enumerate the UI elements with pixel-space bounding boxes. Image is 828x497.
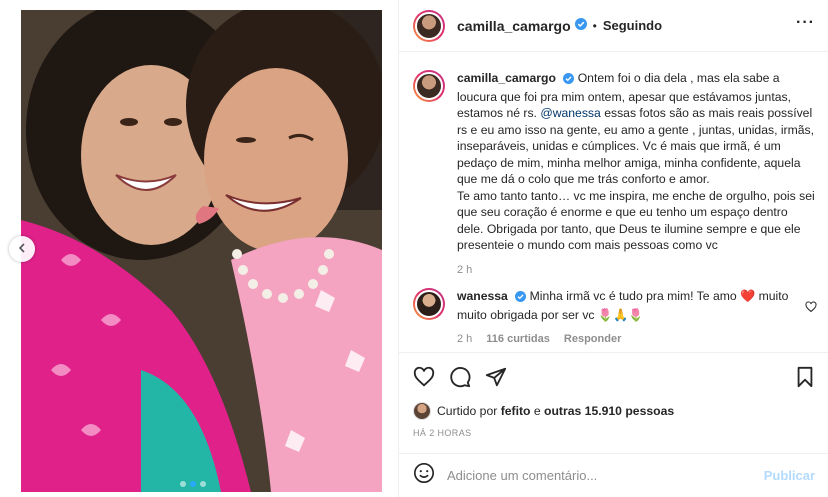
following-button[interactable]: Seguindo	[603, 18, 662, 33]
post-photo[interactable]	[21, 10, 382, 492]
liker-username[interactable]: fefito	[501, 404, 531, 418]
more-options-icon[interactable]: ···	[796, 14, 815, 32]
reply-comment: wanessa Minha irmã vc é tudo pra mim! Te…	[413, 288, 817, 345]
reply-likes[interactable]: 116 curtidas	[486, 333, 550, 345]
comment-composer: Publicar	[399, 453, 828, 497]
publish-button[interactable]: Publicar	[764, 468, 815, 483]
comments-list: camilla_camargo Ontem foi o dia dela , m…	[399, 52, 828, 352]
action-bar	[399, 352, 828, 400]
reply-username[interactable]: wanessa	[457, 289, 508, 303]
likes-others[interactable]: outras 15.910 pessoas	[544, 404, 674, 418]
chevron-left-icon	[17, 240, 27, 258]
reply-avatar[interactable]	[413, 288, 445, 320]
carousel-dot-active	[190, 481, 196, 487]
photo-illustration	[21, 10, 382, 492]
caption-avatar[interactable]	[413, 70, 445, 102]
like-comment-heart-icon[interactable]	[805, 300, 817, 318]
comment-bubble-icon[interactable]	[449, 366, 471, 393]
reply-meta: 2 h 116 curtidas Responder	[457, 333, 817, 345]
carousel-dot	[180, 481, 186, 487]
likes-summary: Curtido por fefito e outras 15.910 pesso…	[413, 400, 817, 422]
emoji-smiley-icon[interactable]	[413, 462, 435, 489]
caption-username[interactable]: camilla_camargo	[457, 71, 556, 85]
save-bookmark-icon[interactable]	[795, 366, 815, 393]
liker-avatar[interactable]	[413, 402, 431, 420]
caption-comment: camilla_camargo Ontem foi o dia dela , m…	[413, 70, 817, 276]
verified-badge-icon	[515, 290, 527, 307]
caption-time[interactable]: 2 h	[457, 264, 472, 276]
likes-prefix: Curtido por	[437, 404, 498, 418]
carousel-indicator	[180, 481, 206, 487]
post-side-panel: camilla_camargo • Seguindo ··· camilla_c…	[398, 0, 828, 497]
verified-badge-icon	[563, 72, 575, 89]
comment-input[interactable]	[447, 468, 764, 483]
like-heart-icon[interactable]	[413, 366, 435, 393]
author-avatar[interactable]	[413, 9, 445, 42]
author-username[interactable]: camilla_camargo	[457, 18, 571, 34]
caption-meta: 2 h	[457, 264, 817, 276]
post-header: camilla_camargo • Seguindo ···	[399, 0, 828, 52]
verified-badge-icon	[574, 17, 587, 35]
previous-photo-button[interactable]	[9, 236, 35, 262]
caption-text: camilla_camargo Ontem foi o dia dela , m…	[457, 70, 817, 254]
likes-conj: e	[533, 404, 541, 418]
caption-mention[interactable]: @wanessa	[540, 106, 600, 120]
reply-button[interactable]: Responder	[564, 333, 621, 345]
reply-text: wanessa Minha irmã vc é tudo pra mim! Te…	[457, 288, 795, 323]
post-timestamp[interactable]: HÁ 2 HORAS	[413, 428, 472, 438]
caption-text-part3: Te amo tanto tanto… vc me inspira, me en…	[457, 188, 815, 253]
separator-dot: •	[592, 18, 597, 33]
photo-panel	[0, 0, 398, 497]
share-paper-plane-icon[interactable]	[485, 366, 507, 393]
carousel-dot	[200, 481, 206, 487]
reply-time[interactable]: 2 h	[457, 333, 472, 345]
